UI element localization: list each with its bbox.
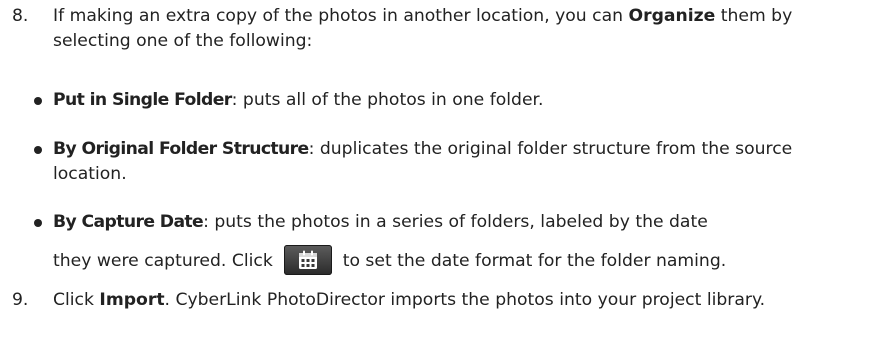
bullet-term: Put in Single Folder xyxy=(53,90,232,110)
step-number: 8. xyxy=(12,6,29,26)
bullet-dot xyxy=(34,219,42,227)
import-term: Import xyxy=(99,290,165,310)
step-text: If making an extra copy of the photos in… xyxy=(53,6,793,51)
step-text: Click Import. CyberLink PhotoDirector im… xyxy=(53,290,766,310)
calendar-icon[interactable] xyxy=(284,245,333,275)
bullet-term: By Original Folder Structure xyxy=(53,139,309,159)
bullet-dot xyxy=(34,146,42,154)
bullet-term: By Capture Date xyxy=(53,212,204,232)
bullet-dot xyxy=(34,97,42,105)
organize-term: Organize xyxy=(628,6,716,26)
step-number: 9. xyxy=(12,290,29,310)
